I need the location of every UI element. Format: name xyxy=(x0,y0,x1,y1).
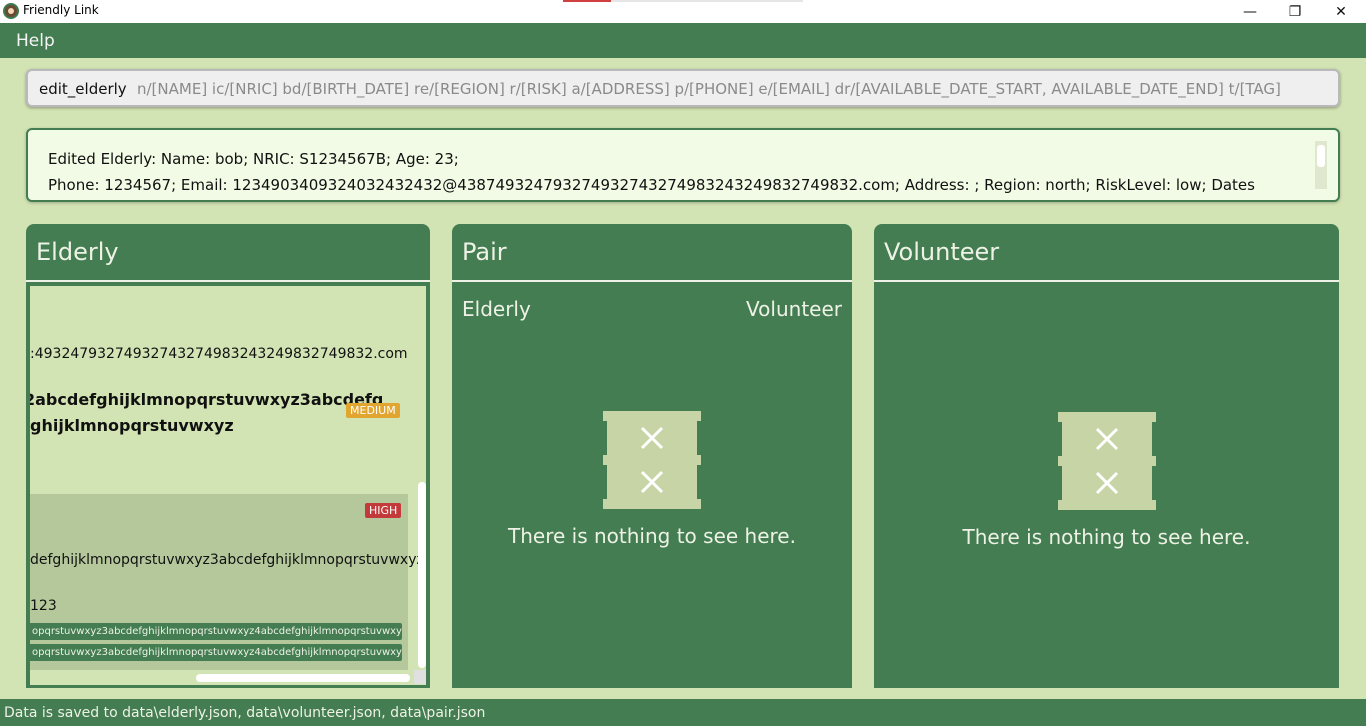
elderly-card-email: :49324793274932743274983243249832749832.… xyxy=(30,346,408,362)
panel-divider xyxy=(26,280,430,282)
result-line-2: Phone: 1234567; Email: 12349034093240324… xyxy=(48,176,1255,194)
result-display: Edited Elderly: Name: bob; NRIC: S123456… xyxy=(26,128,1340,202)
minimize-icon: — xyxy=(1243,3,1257,20)
elderly-horizontal-scrollbar[interactable] xyxy=(196,674,410,682)
elderly-panel-title: Elderly xyxy=(36,238,119,266)
restore-icon: ❐ xyxy=(1288,3,1302,20)
elderly-card-name: 2abcdefghijklmnopqrstuvwxyz3abcdefg xyxy=(28,390,384,409)
app-logo-icon xyxy=(3,3,19,19)
status-bar: Data is saved to data\elderly.json, data… xyxy=(0,699,1366,726)
risk-badge-high: HIGH xyxy=(365,503,402,518)
close-icon: ✕ xyxy=(1335,3,1347,20)
scroll-corner xyxy=(414,670,426,684)
volunteer-panel-title: Volunteer xyxy=(884,238,1000,266)
menu-help[interactable]: Help xyxy=(16,31,55,51)
volunteer-panel: Volunteer There is nothing to see here. xyxy=(874,224,1339,688)
elderly-card-phone: 123 xyxy=(30,598,57,614)
elderly-card-name-cont: ghijklmnopqrstuvwxyz xyxy=(30,416,234,435)
elderly-card-selected[interactable]: HIGH defghijklmnopqrstuvwxyz3abcdefghijk… xyxy=(30,494,424,670)
command-hint: n/[NAME] ic/[NRIC] bd/[BIRTH_DATE] re/[R… xyxy=(137,80,1281,98)
pair-column-volunteer: Volunteer xyxy=(746,297,842,321)
close-button[interactable]: ✕ xyxy=(1318,0,1364,23)
panel-divider xyxy=(874,280,1339,282)
panel-divider xyxy=(452,280,852,282)
pair-panel-title: Pair xyxy=(462,238,507,266)
elderly-tag: opqrstuvwxyz3abcdefghijklmnopqrstuvwxyz4… xyxy=(30,623,402,640)
pair-panel: Pair Elderly Volunteer There is nothing … xyxy=(452,224,852,688)
empty-box-icon xyxy=(603,411,701,509)
risk-badge-medium: MEDIUM xyxy=(346,403,400,418)
elderly-panel: Elderly :4932479327493274327498324324983… xyxy=(26,224,430,688)
window-title: Friendly Link xyxy=(23,3,99,17)
restore-button[interactable]: ❐ xyxy=(1272,0,1318,23)
title-decoration xyxy=(563,0,803,2)
result-line-1: Edited Elderly: Name: bob; NRIC: S123456… xyxy=(48,150,459,168)
elderly-card-name: defghijklmnopqrstuvwxyz3abcdefghijklmnop… xyxy=(30,552,424,568)
result-scroll-thumb[interactable] xyxy=(1317,145,1325,167)
result-scrollbar[interactable] xyxy=(1315,141,1327,189)
title-bar: Friendly Link — ❐ ✕ xyxy=(0,0,1366,23)
pair-column-elderly: Elderly xyxy=(462,297,531,321)
command-box[interactable]: edit_elderly n/[NAME] ic/[NRIC] bd/[BIRT… xyxy=(26,69,1340,107)
command-input[interactable]: edit_elderly xyxy=(39,80,127,98)
elderly-tag: opqrstuvwxyz3abcdefghijklmnopqrstuvwxyz4… xyxy=(30,644,402,661)
minimize-button[interactable]: — xyxy=(1227,0,1273,23)
elderly-list[interactable]: :49324793274932743274983243249832749832.… xyxy=(28,284,428,687)
volunteer-empty-message: There is nothing to see here. xyxy=(962,525,1251,549)
pair-empty-message: There is nothing to see here. xyxy=(508,524,796,548)
empty-box-icon xyxy=(1058,412,1156,510)
elderly-vertical-scrollbar[interactable] xyxy=(418,482,426,668)
menu-bar: Help xyxy=(0,23,1366,58)
status-text: Data is saved to data\elderly.json, data… xyxy=(4,705,486,721)
